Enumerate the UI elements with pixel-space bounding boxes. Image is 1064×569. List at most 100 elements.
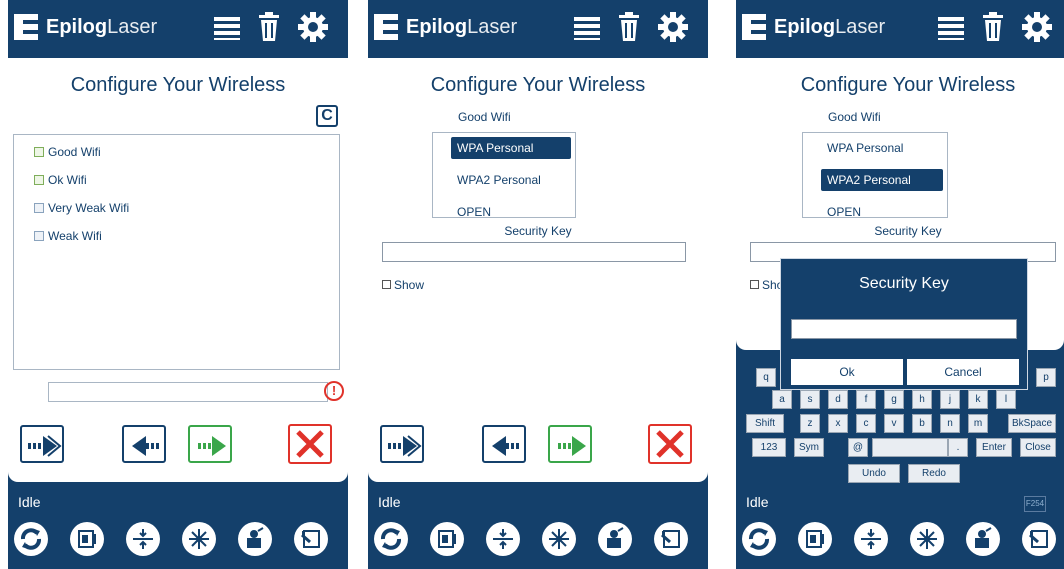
numbers-key[interactable]: 123 (752, 438, 786, 457)
network-item[interactable]: Very Weak Wifi (34, 201, 129, 215)
trash-icon[interactable] (978, 12, 1008, 42)
close-icon (656, 430, 684, 458)
gear-icon[interactable] (658, 12, 688, 42)
skip-button[interactable] (380, 425, 424, 463)
space-key[interactable] (872, 438, 948, 457)
epilog-logo-icon (742, 14, 766, 40)
backspace-key[interactable]: BkSpace (1008, 414, 1056, 433)
cancel-button[interactable]: Cancel (907, 359, 1019, 385)
undo-key[interactable]: Undo (848, 464, 900, 483)
back-button[interactable] (482, 425, 526, 463)
machine-status: Idle (378, 494, 401, 510)
next-button[interactable] (548, 425, 592, 463)
key[interactable]: a (772, 390, 792, 409)
key[interactable]: @ (848, 438, 868, 457)
key[interactable]: l (996, 390, 1016, 409)
key[interactable]: k (968, 390, 988, 409)
refresh-icon[interactable] (742, 522, 776, 556)
key[interactable]: h (912, 390, 932, 409)
laser-icon[interactable] (542, 522, 576, 556)
screen-security-setup: EpilogLaser Configure Your Wireless Good… (368, 0, 708, 569)
key[interactable]: s (800, 390, 820, 409)
back-arrow-icon (132, 436, 159, 456)
network-item[interactable]: Ok Wifi (34, 173, 87, 187)
frame-icon[interactable] (70, 522, 104, 556)
back-button[interactable] (122, 425, 166, 463)
laser-icon[interactable] (910, 522, 944, 556)
focus-icon[interactable] (126, 522, 160, 556)
key[interactable]: m (968, 414, 988, 433)
checkbox-icon (750, 280, 759, 289)
key[interactable]: . (948, 438, 968, 457)
cancel-button[interactable] (288, 424, 332, 464)
encryption-option[interactable]: OPEN (821, 201, 943, 217)
symbols-key[interactable]: Sym (794, 438, 824, 457)
refresh-icon[interactable] (374, 522, 408, 556)
network-list: Good Wifi Ok Wifi Very Weak Wifi Weak Wi… (13, 134, 340, 370)
key[interactable]: b (912, 414, 932, 433)
gear-icon[interactable] (298, 12, 328, 42)
refresh-networks-button[interactable]: C (316, 105, 338, 127)
wifi-strength-icon (34, 231, 44, 241)
next-button[interactable] (188, 425, 232, 463)
laser-icon[interactable] (182, 522, 216, 556)
brand-logo: EpilogLaser (774, 16, 886, 38)
jog-icon[interactable] (598, 522, 632, 556)
encryption-option[interactable]: WPA2 Personal (821, 169, 943, 191)
encryption-option[interactable]: WPA2 Personal (451, 169, 571, 191)
key[interactable]: c (856, 414, 876, 433)
epilog-logo-icon (14, 14, 38, 40)
key[interactable]: j (940, 390, 960, 409)
focus-icon[interactable] (486, 522, 520, 556)
list-icon[interactable] (572, 12, 602, 42)
close-keyboard-key[interactable]: Close (1020, 438, 1056, 457)
enter-key[interactable]: Enter (976, 438, 1012, 457)
jog-icon[interactable] (966, 522, 1000, 556)
gear-icon[interactable] (1022, 12, 1052, 42)
home-icon[interactable] (654, 522, 688, 556)
jog-icon[interactable] (238, 522, 272, 556)
focus-icon[interactable] (854, 522, 888, 556)
shift-key[interactable]: Shift (746, 414, 784, 433)
refresh-icon[interactable] (14, 522, 48, 556)
home-icon[interactable] (1022, 522, 1056, 556)
show-key-checkbox[interactable]: Sho (750, 278, 783, 292)
home-icon[interactable] (294, 522, 328, 556)
key[interactable]: v (884, 414, 904, 433)
trash-icon[interactable] (614, 12, 644, 42)
key[interactable]: p (1036, 368, 1056, 387)
ok-button[interactable]: Ok (791, 359, 903, 385)
key[interactable]: z (800, 414, 820, 433)
key[interactable]: f (856, 390, 876, 409)
key[interactable]: d (828, 390, 848, 409)
key[interactable]: n (940, 414, 960, 433)
wireless-panel: Configure Your Wireless C Good Wifi Ok W… (8, 58, 348, 482)
machine-status: Idle (18, 494, 41, 510)
redo-key[interactable]: Redo (908, 464, 960, 483)
frame-icon[interactable] (430, 522, 464, 556)
frame-icon[interactable] (798, 522, 832, 556)
page-title: Configure Your Wireless (800, 74, 1016, 96)
key[interactable]: g (884, 390, 904, 409)
network-item[interactable]: Weak Wifi (34, 229, 102, 243)
network-item[interactable]: Good Wifi (34, 145, 101, 159)
skip-button[interactable] (20, 425, 64, 463)
encryption-option[interactable]: OPEN (451, 201, 571, 217)
show-key-checkbox[interactable]: Show (382, 278, 424, 292)
brand-logo: EpilogLaser (406, 16, 518, 38)
encryption-list: WPA Personal WPA2 Personal OPEN (432, 132, 576, 218)
app-header: EpilogLaser (8, 0, 348, 56)
key[interactable]: q (756, 368, 776, 387)
cancel-button[interactable] (648, 424, 692, 464)
security-key-dialog-input[interactable] (791, 319, 1017, 339)
encryption-option[interactable]: WPA Personal (451, 137, 571, 159)
list-icon[interactable] (212, 12, 242, 42)
app-header: EpilogLaser (368, 0, 708, 56)
encryption-option[interactable]: WPA Personal (821, 137, 943, 159)
wifi-strength-icon (34, 175, 44, 185)
list-icon[interactable] (936, 12, 966, 42)
security-key-input[interactable] (382, 242, 686, 262)
trash-icon[interactable] (254, 12, 284, 42)
warning-icon[interactable]: ! (324, 381, 344, 401)
key[interactable]: x (828, 414, 848, 433)
